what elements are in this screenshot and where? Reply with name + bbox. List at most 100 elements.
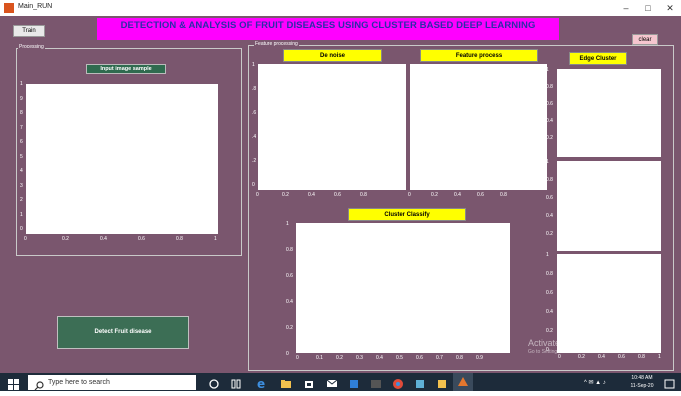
cluster-classify-axes <box>296 223 510 353</box>
activate-windows-subtext: Go to Settings to activate Windows. <box>528 349 607 355</box>
denoise-y-tick: .8 <box>252 86 257 92</box>
edge-cluster-label: Edge Cluster <box>569 52 627 65</box>
denoise-y-tick: .6 <box>252 110 257 116</box>
edge2-y-tick: 0.6 <box>546 195 553 201</box>
denoise-x-tick: 0.4 <box>308 192 315 198</box>
denoise-x-tick: 0.6 <box>334 192 341 198</box>
input-image-button[interactable]: Input image sample <box>86 64 166 74</box>
feature-x-tick: 0.4 <box>454 192 461 198</box>
edge3-y-tick: 0.6 <box>546 290 553 296</box>
clear-button[interactable]: clear <box>632 34 658 45</box>
cluster-x-tick: 0.8 <box>456 355 463 361</box>
title-bar <box>0 0 681 16</box>
denoise-x-tick: 0.2 <box>282 192 289 198</box>
edge1-y-tick: 0.8 <box>546 84 553 90</box>
input-y-tick: 2 <box>20 197 23 203</box>
processing-panel-title: Processing <box>18 44 45 50</box>
task-view-icon[interactable] <box>230 376 242 389</box>
feature-x-tick: 0 <box>408 192 411 198</box>
cluster-x-tick: 0.6 <box>416 355 423 361</box>
window-title: Main_RUN <box>18 3 53 10</box>
app-icon-blue[interactable] <box>348 376 360 388</box>
cluster-x-tick: 0.5 <box>396 355 403 361</box>
feature-panel-title: Feature processing <box>254 41 299 47</box>
edge3-x-tick: 1 <box>658 354 661 360</box>
cluster-x-tick: 0 <box>296 355 299 361</box>
svg-text:e: e <box>257 378 265 389</box>
file-explorer-icon[interactable] <box>280 376 292 388</box>
denoise-axes <box>258 64 406 190</box>
edge-cluster-axes-2 <box>557 161 661 251</box>
input-y-tick: 6 <box>20 139 23 145</box>
clock-time: 10:48 AM <box>631 375 653 381</box>
denoise-y-tick: 1 <box>252 62 255 68</box>
cluster-x-tick: 0.1 <box>316 355 323 361</box>
page-title: DETECTION & ANALYSIS OF FRUIT DISEASES U… <box>97 18 559 40</box>
input-x-tick: 0.4 <box>100 236 107 242</box>
clock-date: 11-Sep-20 <box>630 383 654 389</box>
denoise-y-tick: .4 <box>252 134 257 140</box>
windows-start-icon[interactable] <box>8 377 19 390</box>
cluster-y-tick: 0.4 <box>286 299 293 305</box>
denoise-y-tick: .2 <box>252 158 257 164</box>
cluster-y-tick: 0.2 <box>286 325 293 331</box>
edge1-y-tick: 0.6 <box>546 101 553 107</box>
edge-cluster-axes-1 <box>557 69 661 157</box>
denoise-x-tick: 0.8 <box>360 192 367 198</box>
edge1-y-tick: 0.2 <box>546 135 553 141</box>
edge-browser-icon[interactable]: e <box>256 376 268 391</box>
close-button[interactable]: ✕ <box>659 0 681 16</box>
activate-windows-watermark: Activate Windows <box>528 338 600 348</box>
matlab-taskbar-icon[interactable] <box>453 373 473 391</box>
system-tray-icons[interactable]: ^ ✉ ▲ ♪ <box>584 379 606 386</box>
denoise-y-tick: 0 <box>252 182 255 188</box>
minimize-button[interactable]: – <box>615 0 637 16</box>
edge2-y-tick: 0.8 <box>546 177 553 183</box>
input-x-ticks <box>22 235 222 243</box>
cortana-icon[interactable] <box>208 376 220 389</box>
input-x-tick: 0.6 <box>138 236 145 242</box>
input-x-tick: 1 <box>214 236 217 242</box>
app-icon-yellow[interactable] <box>436 376 448 388</box>
feature-x-tick: 0.8 <box>500 192 507 198</box>
taskbar-search-input[interactable]: Type here to search <box>28 375 196 390</box>
edge3-y-tick: 0.8 <box>546 271 553 277</box>
feature-process-label: Feature process <box>420 49 538 62</box>
cluster-x-tick: 0.9 <box>476 355 483 361</box>
input-y-tick: 4 <box>20 168 23 174</box>
input-y-tick: 5 <box>20 153 23 160</box>
notification-icon[interactable] <box>664 377 675 389</box>
cluster-y-tick: 0 <box>286 351 289 357</box>
edge3-x-tick: 0.6 <box>618 354 625 360</box>
edge2-y-tick: 1 <box>546 159 549 165</box>
input-y-tick: 9 <box>20 95 23 102</box>
edge3-y-tick: 0.2 <box>546 328 553 334</box>
input-y-tick: 7 <box>20 124 23 131</box>
input-y-tick: 1 <box>20 211 23 218</box>
input-x-tick: 0.8 <box>176 236 183 242</box>
edge3-y-tick: 0.4 <box>546 309 553 315</box>
input-x-tick: 0.2 <box>62 236 69 242</box>
cluster-x-tick: 0.7 <box>436 355 443 361</box>
feature-x-tick: 0.2 <box>431 192 438 198</box>
app-icon-cyan[interactable] <box>414 376 426 388</box>
store-icon[interactable] <box>303 376 315 388</box>
feature-process-axes <box>410 64 547 190</box>
denoise-label: De noise <box>283 49 382 62</box>
edge1-y-tick: 0.4 <box>546 118 553 124</box>
cluster-y-tick: 0.6 <box>286 273 293 279</box>
chrome-icon[interactable] <box>392 376 404 389</box>
terminal-icon[interactable] <box>370 376 382 388</box>
input-image-axes <box>26 84 218 234</box>
cluster-y-tick: 1 <box>286 221 289 227</box>
mail-icon[interactable] <box>326 376 338 387</box>
train-button[interactable]: Train <box>13 25 45 37</box>
detect-fruit-disease-button[interactable]: Detect Fruit disease <box>57 316 189 349</box>
input-y-tick: 1 <box>20 81 23 87</box>
input-x-tick: 0 <box>24 236 27 242</box>
maximize-button[interactable]: □ <box>637 0 659 16</box>
input-y-tick: 3 <box>20 182 23 189</box>
cluster-classify-label: Cluster Classify <box>348 208 466 221</box>
matlab-icon <box>4 3 14 13</box>
feature-x-tick: 0.6 <box>477 192 484 198</box>
